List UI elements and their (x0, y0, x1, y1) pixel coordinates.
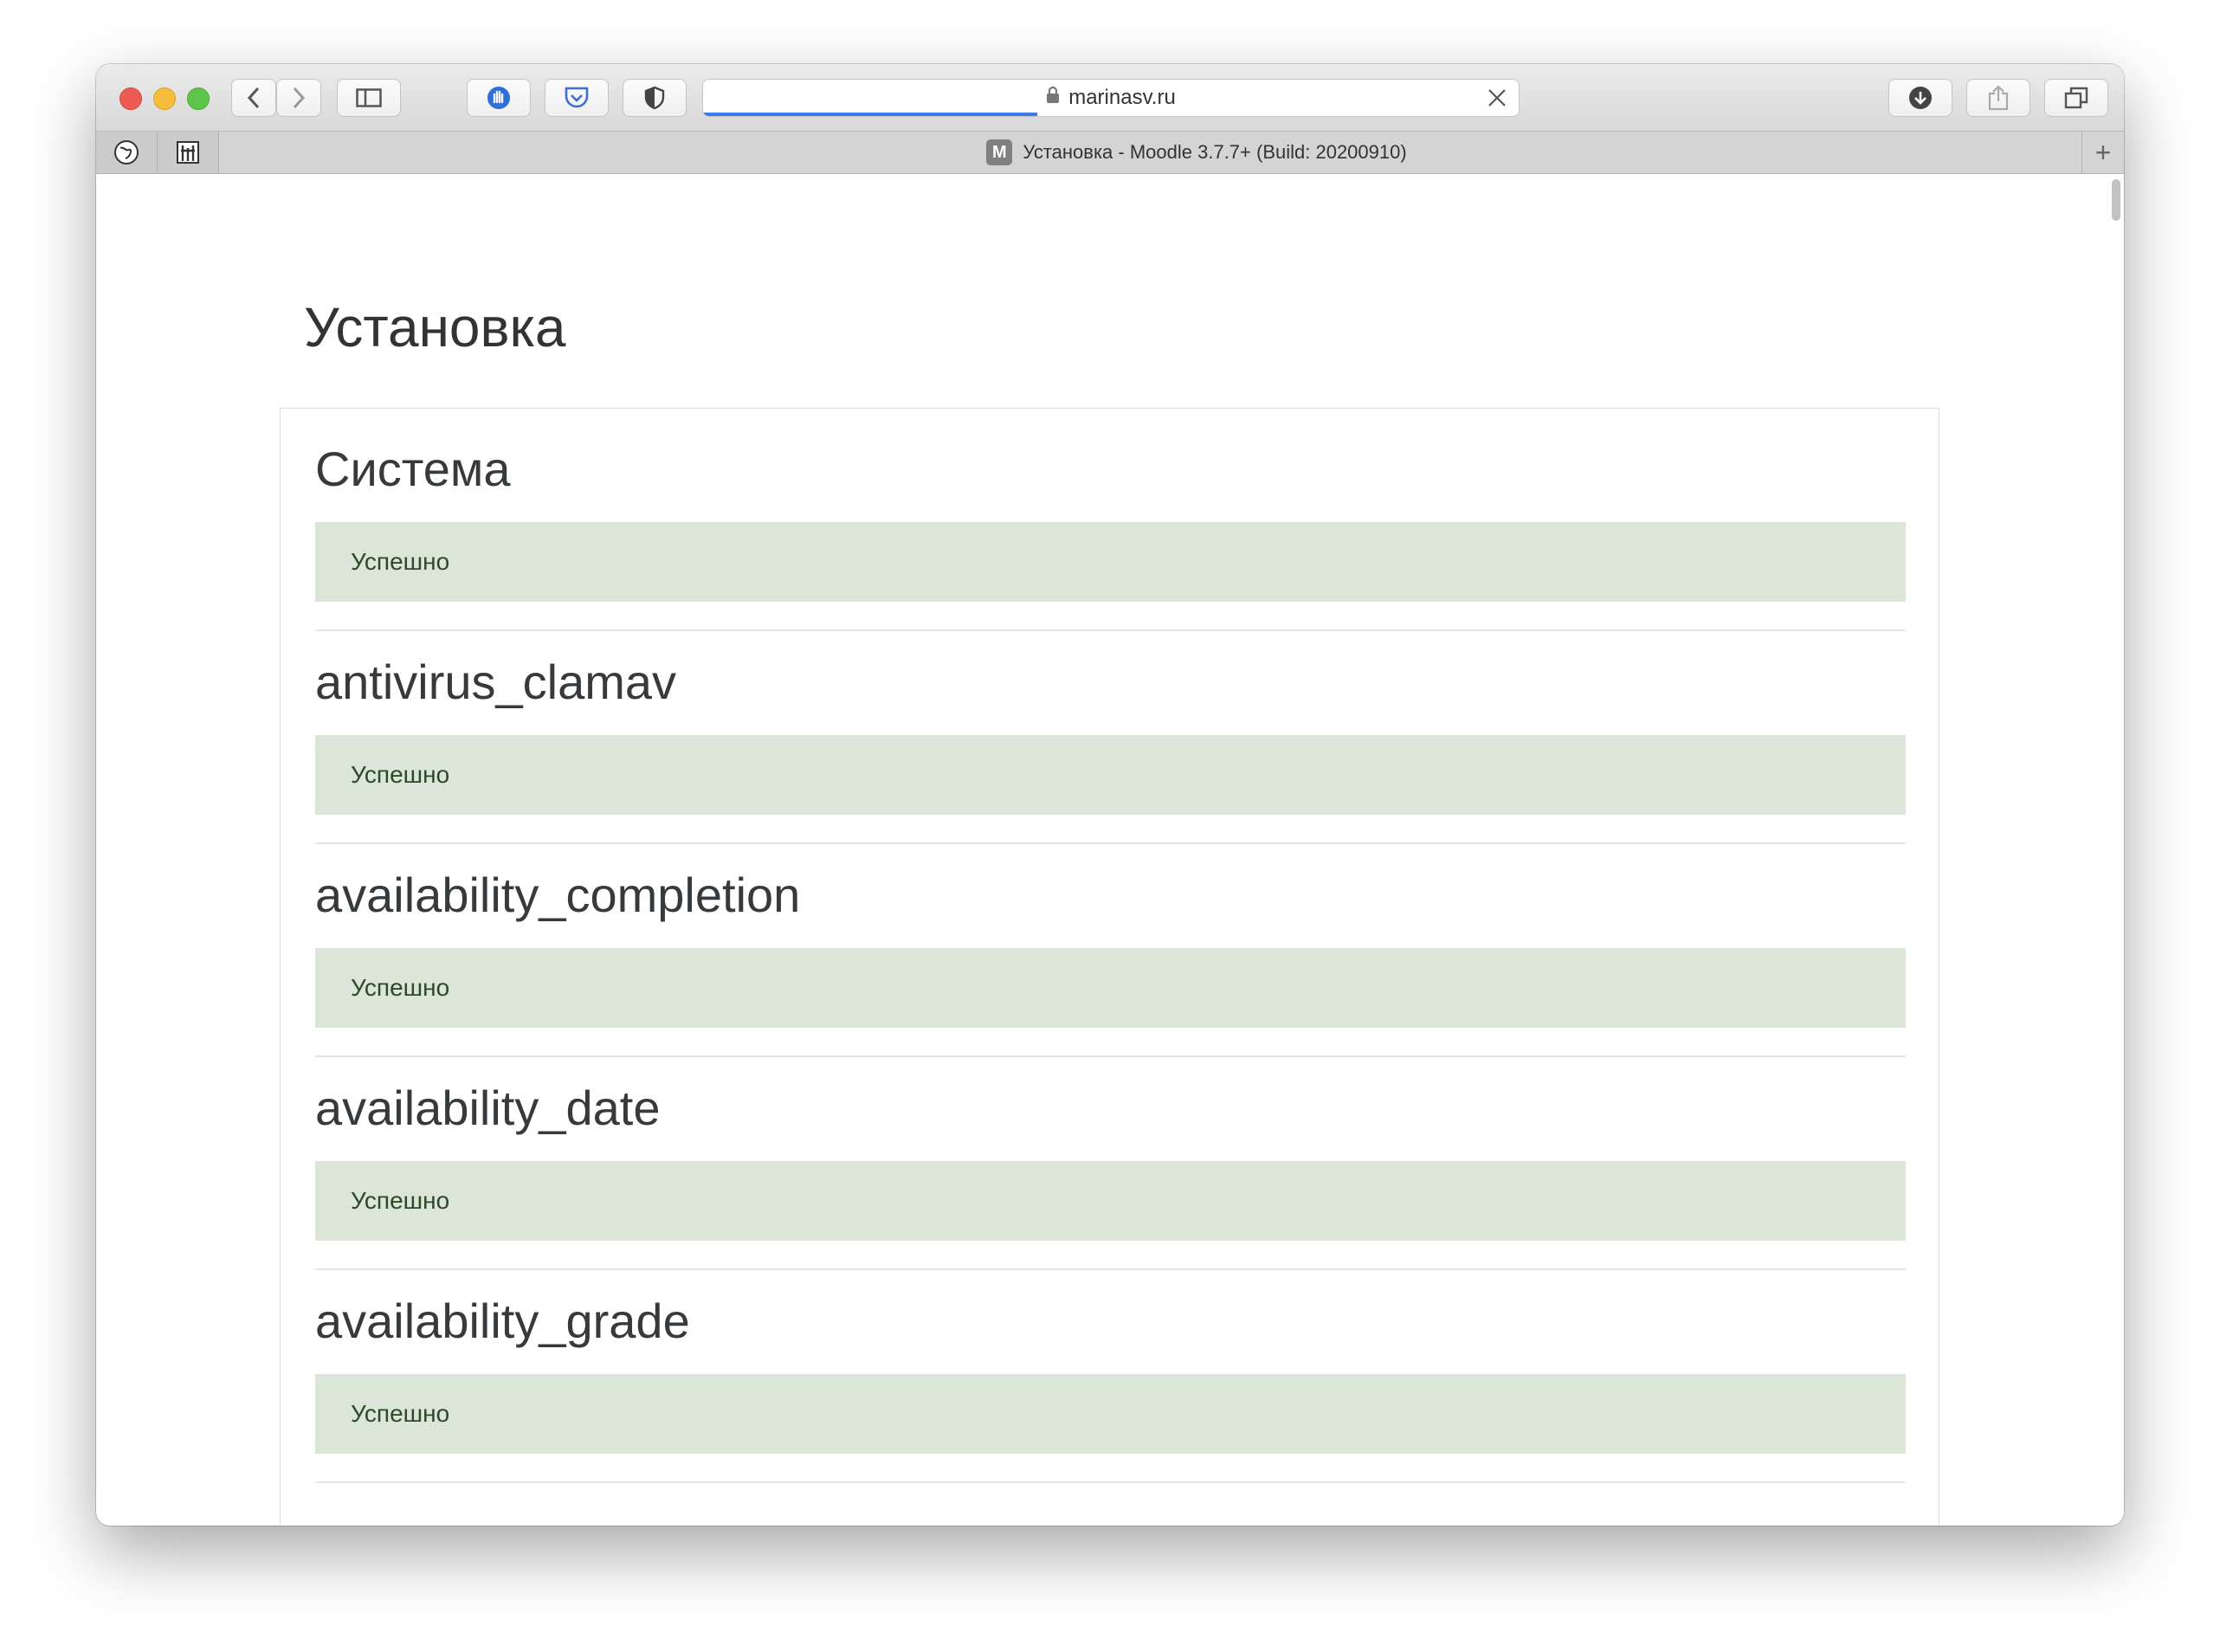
stop-loading-icon[interactable] (1488, 88, 1507, 112)
share-icon (1988, 85, 2009, 111)
install-section: availability_grade Успешно (315, 1261, 1906, 1483)
install-section: availability_completion Успешно (315, 835, 1906, 1057)
extension-button-2[interactable] (545, 79, 609, 117)
show-tabs-button[interactable] (2044, 79, 2108, 117)
section-heading: availability_grade (315, 1294, 690, 1348)
grid-favicon-icon (177, 141, 199, 164)
back-button[interactable] (231, 79, 276, 117)
install-section: antivirus_clamav Успешно (315, 622, 1906, 844)
close-window-button[interactable] (119, 87, 142, 110)
downloads-button[interactable] (1888, 79, 1952, 117)
address-host: marinasv.ru (1068, 86, 1176, 109)
extension-button-3[interactable] (623, 79, 687, 117)
browser-toolbar: marinasv.ru (96, 64, 2124, 132)
section-divider (315, 1481, 1906, 1483)
vertical-scrollbar[interactable] (2112, 179, 2120, 221)
pinned-tab-2[interactable] (158, 132, 219, 173)
install-section: Система Успешно (315, 409, 1906, 631)
sidebar-icon (356, 88, 382, 107)
back-icon (247, 87, 260, 109)
section-heading: availability_date (315, 1081, 661, 1135)
extension-hand-icon (487, 87, 510, 109)
page-title: Установка (304, 296, 566, 358)
success-alert: Успешно (315, 948, 1906, 1028)
section-heading: Система (315, 442, 511, 496)
page-content: Установка Система Успешно antivirus_clam… (96, 174, 2124, 1526)
forward-button[interactable] (276, 79, 321, 117)
success-alert: Успешно (315, 735, 1906, 815)
success-alert: Успешно (315, 522, 1906, 602)
lock-icon (1046, 86, 1060, 110)
section-heading: availability_completion (315, 868, 801, 922)
success-alert: Успешно (315, 1374, 1906, 1454)
success-alert: Успешно (315, 1161, 1906, 1241)
pinned-tab-1[interactable] (96, 132, 158, 173)
tabs-icon (2064, 87, 2088, 109)
share-button[interactable] (1966, 79, 2030, 117)
section-heading: antivirus_clamav (315, 655, 677, 709)
pocket-icon (565, 87, 589, 108)
minimize-window-button[interactable] (153, 87, 176, 110)
zoom-window-button[interactable] (187, 87, 210, 110)
extension-button-1[interactable] (467, 79, 531, 117)
browser-window: marinasv.ru M Установка - Moodle 3.7.7+ … (96, 64, 2124, 1526)
forward-icon (293, 87, 306, 109)
download-icon (1909, 87, 1932, 109)
install-results-card: Система Успешно antivirus_clamav Успешно… (280, 408, 1939, 1526)
sidebar-button[interactable] (337, 79, 401, 117)
tab-title: Установка - Moodle 3.7.7+ (Build: 202009… (1023, 141, 1407, 163)
address-bar[interactable]: marinasv.ru (702, 79, 1520, 117)
active-tab[interactable]: M Установка - Moodle 3.7.7+ (Build: 2020… (313, 132, 2081, 173)
install-section: availability_date Успешно (315, 1048, 1906, 1270)
shield-icon (644, 86, 665, 110)
tab-bar: M Установка - Moodle 3.7.7+ (Build: 2020… (96, 132, 2124, 174)
new-tab-button[interactable]: + (2081, 132, 2124, 173)
moodle-favicon-icon: M (986, 139, 1013, 165)
globe-favicon-icon (114, 140, 139, 165)
